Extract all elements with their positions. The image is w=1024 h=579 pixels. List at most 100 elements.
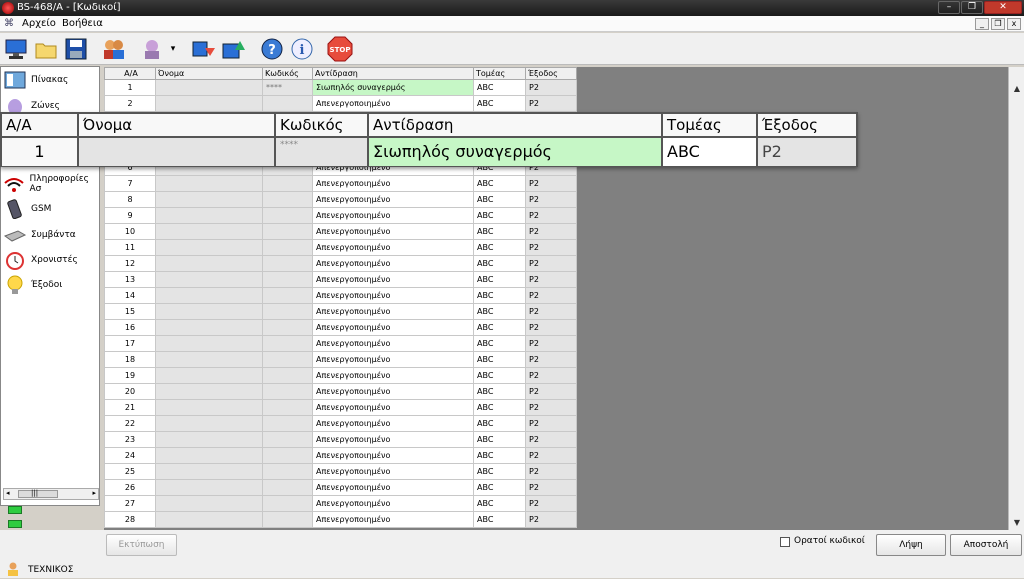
cell-reaction[interactable]: Απενεργοποιημένο bbox=[312, 207, 474, 224]
cell-output[interactable]: P2 bbox=[525, 95, 577, 112]
table-row[interactable]: 23 Απενεργοποιημένο ABC P2 bbox=[104, 431, 577, 448]
cell-sector[interactable]: ABC bbox=[473, 191, 526, 208]
table-row[interactable]: 16 Απενεργοποιημένο ABC P2 bbox=[104, 319, 577, 336]
cell-sector[interactable]: ABC bbox=[473, 415, 526, 432]
cell-name[interactable] bbox=[155, 271, 263, 288]
sidebar-item-outputs[interactable]: Έξοδοι bbox=[3, 274, 99, 296]
table-row[interactable]: 10 Απενεργοποιημένο ABC P2 bbox=[104, 223, 577, 240]
app-menu-icon[interactable]: ⌘ bbox=[4, 18, 16, 30]
cell-reaction[interactable]: Απενεργοποιημένο bbox=[312, 367, 474, 384]
cell-aa[interactable]: 7 bbox=[104, 175, 156, 192]
cell-name[interactable] bbox=[155, 415, 263, 432]
cell-reaction[interactable]: Απενεργοποιημένο bbox=[312, 255, 474, 272]
cell-name[interactable] bbox=[155, 223, 263, 240]
cell-output[interactable]: P2 bbox=[525, 511, 577, 528]
cell-name[interactable] bbox=[155, 207, 263, 224]
visible-codes-checkbox[interactable] bbox=[780, 537, 790, 547]
cell-output[interactable]: P2 bbox=[525, 223, 577, 240]
cell-output[interactable]: P2 bbox=[525, 239, 577, 256]
cell-aa[interactable]: 24 bbox=[104, 447, 156, 464]
scroll-right-icon[interactable]: ▸ bbox=[92, 489, 96, 497]
cell-aa[interactable]: 18 bbox=[104, 351, 156, 368]
cell-aa[interactable]: 16 bbox=[104, 319, 156, 336]
sidebar-item-timers[interactable]: Χρονιστές bbox=[3, 249, 99, 271]
cell-output[interactable]: P2 bbox=[525, 319, 577, 336]
cell-sector[interactable]: ABC bbox=[473, 271, 526, 288]
cell-reaction[interactable]: Απενεργοποιημένο bbox=[312, 287, 474, 304]
cell-code[interactable] bbox=[262, 271, 313, 288]
cell-name[interactable] bbox=[155, 431, 263, 448]
cell-reaction[interactable]: Απενεργοποιημένο bbox=[312, 191, 474, 208]
mdi-restore-button[interactable]: ❐ bbox=[991, 18, 1005, 30]
cell-code[interactable] bbox=[262, 175, 313, 192]
send-button[interactable]: Αποστολή bbox=[950, 534, 1022, 556]
cell-sector[interactable]: ABC bbox=[473, 95, 526, 112]
cell-reaction[interactable]: Απενεργοποιημένο bbox=[312, 383, 474, 400]
cell-output[interactable]: P2 bbox=[525, 367, 577, 384]
cell-name[interactable] bbox=[155, 463, 263, 480]
column-header-aa[interactable]: Α/Α bbox=[104, 67, 156, 80]
sidebar-item-wireless-info[interactable]: Πληροφορίες Ασ bbox=[3, 173, 99, 195]
cell-code[interactable] bbox=[262, 431, 313, 448]
cell-code[interactable] bbox=[262, 255, 313, 272]
receive-button[interactable]: Λήψη bbox=[876, 534, 946, 556]
cell-output[interactable]: P2 bbox=[525, 175, 577, 192]
table-row[interactable]: 19 Απενεργοποιημένο ABC P2 bbox=[104, 367, 577, 384]
cell-code[interactable] bbox=[262, 511, 313, 528]
cell-name[interactable] bbox=[155, 303, 263, 320]
cell-reaction[interactable]: Απενεργοποιημένο bbox=[312, 335, 474, 352]
cell-aa[interactable]: 9 bbox=[104, 207, 156, 224]
cell-output[interactable]: P2 bbox=[525, 383, 577, 400]
cell-reaction[interactable]: Απενεργοποιημένο bbox=[312, 431, 474, 448]
cell-name[interactable] bbox=[155, 399, 263, 416]
cell-sector[interactable]: ABC bbox=[473, 79, 526, 96]
cell-code[interactable] bbox=[262, 319, 313, 336]
save-icon[interactable] bbox=[62, 36, 90, 62]
column-header-name[interactable]: Όνομα bbox=[155, 67, 263, 80]
upload-icon[interactable] bbox=[220, 36, 248, 62]
cell-reaction[interactable]: Απενεργοποιημένο bbox=[312, 495, 474, 512]
cell-sector[interactable]: ABC bbox=[473, 495, 526, 512]
cell-name[interactable] bbox=[155, 479, 263, 496]
cell-output[interactable]: P2 bbox=[525, 303, 577, 320]
cell-output[interactable]: P2 bbox=[525, 431, 577, 448]
monitor-icon[interactable] bbox=[2, 36, 30, 62]
cell-sector[interactable]: ABC bbox=[473, 463, 526, 480]
table-row[interactable]: 28 Απενεργοποιημένο ABC P2 bbox=[104, 511, 577, 528]
cell-code[interactable] bbox=[262, 415, 313, 432]
cell-name[interactable] bbox=[155, 175, 263, 192]
cell-output[interactable]: P2 bbox=[525, 479, 577, 496]
cell-output[interactable]: P2 bbox=[525, 415, 577, 432]
cell-code[interactable] bbox=[262, 383, 313, 400]
cell-code[interactable]: **** bbox=[262, 79, 313, 96]
cell-reaction[interactable]: Απενεργοποιημένο bbox=[312, 447, 474, 464]
scroll-down-icon[interactable]: ▼ bbox=[1011, 517, 1023, 529]
cell-code[interactable] bbox=[262, 399, 313, 416]
column-header-sector[interactable]: Τομέας bbox=[473, 67, 526, 80]
cell-reaction[interactable]: Απενεργοποιημένο bbox=[312, 271, 474, 288]
menu-file[interactable]: Αρχείο bbox=[22, 18, 56, 29]
cell-aa[interactable]: 27 bbox=[104, 495, 156, 512]
cell-name[interactable] bbox=[155, 335, 263, 352]
cell-name[interactable] bbox=[155, 319, 263, 336]
cell-output[interactable]: P2 bbox=[525, 207, 577, 224]
users-icon[interactable] bbox=[100, 36, 128, 62]
cell-sector[interactable]: ABC bbox=[473, 255, 526, 272]
cell-code[interactable] bbox=[262, 495, 313, 512]
table-row[interactable]: 25 Απενεργοποιημένο ABC P2 bbox=[104, 463, 577, 480]
cell-sector[interactable]: ABC bbox=[473, 239, 526, 256]
cell-reaction[interactable]: Απενεργοποιημένο bbox=[312, 463, 474, 480]
cell-name[interactable] bbox=[155, 447, 263, 464]
cell-reaction[interactable]: Απενεργοποιημένο bbox=[312, 319, 474, 336]
cell-sector[interactable]: ABC bbox=[473, 175, 526, 192]
table-row[interactable]: 24 Απενεργοποιημένο ABC P2 bbox=[104, 447, 577, 464]
cell-output[interactable]: P2 bbox=[525, 463, 577, 480]
cell-aa[interactable]: 25 bbox=[104, 463, 156, 480]
cell-reaction[interactable]: Απενεργοποιημένο bbox=[312, 351, 474, 368]
cell-sector[interactable]: ABC bbox=[473, 287, 526, 304]
cell-code[interactable] bbox=[262, 335, 313, 352]
cell-reaction[interactable]: Σιωπηλός συναγερμός bbox=[312, 79, 474, 96]
cell-sector[interactable]: ABC bbox=[473, 479, 526, 496]
scroll-thumb[interactable]: ||| bbox=[18, 489, 58, 498]
table-row[interactable]: 8 Απενεργοποιημένο ABC P2 bbox=[104, 191, 577, 208]
